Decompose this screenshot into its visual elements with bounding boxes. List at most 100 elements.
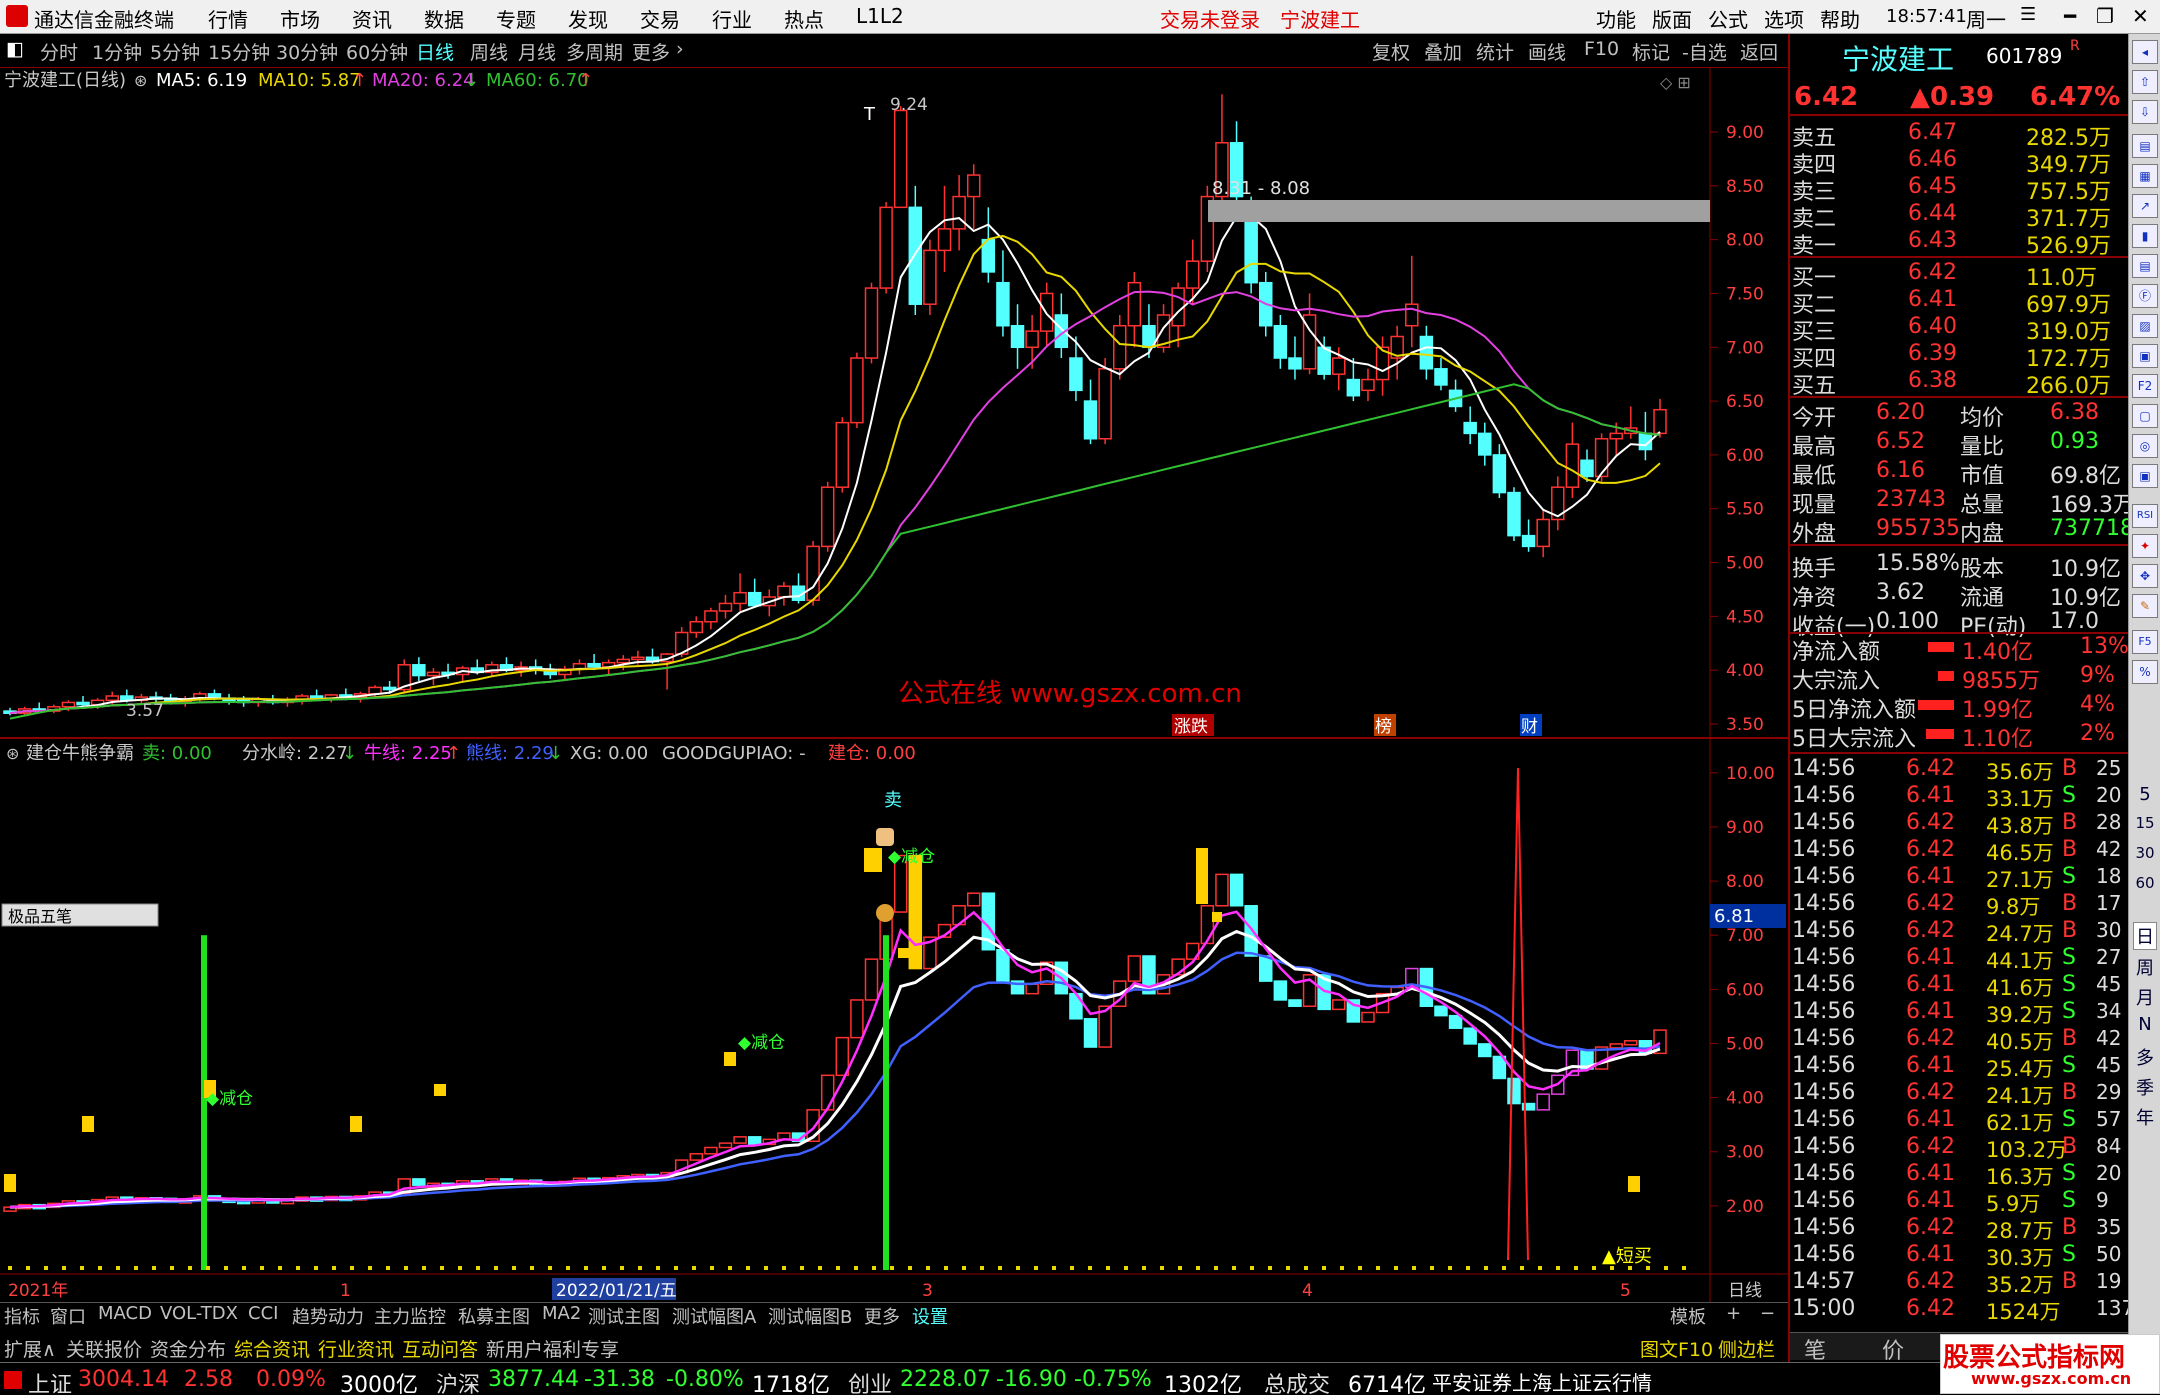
menu-layout[interactable]: 版面 (1652, 4, 1692, 33)
quote-tab-jia[interactable]: 价 (1882, 1333, 1904, 1365)
candle-body[interactable] (747, 591, 762, 607)
cycle-30[interactable]: 30 (2133, 844, 2157, 862)
order-sell-4[interactable]: 卖四 6.46 349.7万 (1790, 147, 2128, 178)
tool-return[interactable]: 返回 (1740, 38, 1778, 65)
menu-help[interactable]: 帮助 (1820, 4, 1860, 33)
plus-icon[interactable]: + (1726, 1303, 1741, 1324)
candle-body[interactable] (704, 610, 718, 623)
f2-icon[interactable]: F2 (2132, 374, 2158, 398)
ind-tab-1[interactable]: 窗口 (50, 1303, 86, 1329)
ind-tab-12[interactable]: 更多 (864, 1303, 900, 1329)
order-buy-5[interactable]: 买五 6.38 266.0万 (1790, 368, 2128, 399)
ind-tab-13[interactable]: 设置 (912, 1303, 948, 1329)
stat-row-6[interactable]: 净资 3.62 流通 10.9亿 (1790, 580, 2128, 611)
tick-row[interactable]: 14:56 6.42 40.5万 B 42 (1790, 1026, 2128, 1054)
tool-f10[interactable]: F10 (1584, 38, 1619, 60)
candle-body[interactable] (893, 109, 908, 209)
candle-body[interactable] (1565, 443, 1580, 488)
cycle-5[interactable]: 5 (2133, 784, 2157, 805)
candle-body[interactable] (1346, 378, 1361, 397)
period-15min[interactable]: 15分钟 (208, 38, 270, 65)
square-icon[interactable]: ▣ (2132, 464, 2158, 488)
cycle-week[interactable]: 周 (2133, 954, 2157, 980)
candle-body[interactable] (1609, 432, 1623, 440)
move-icon[interactable]: ✥ (2132, 564, 2158, 588)
cycle-day[interactable]: 日 (2133, 922, 2157, 950)
tick-row[interactable]: 14:56 6.41 44.1万 S 27 (1790, 945, 2128, 973)
f5-icon[interactable]: F5 (2132, 630, 2158, 654)
tb-back-icon[interactable]: ◧ (6, 38, 24, 60)
chart-area[interactable]: 9.00 8.50 8.00 7.50 7.00 6.50 6.00 5.50 5.00 4.50… (0, 68, 1788, 1302)
tick-row[interactable]: 14:56 6.41 39.2万 S 34 (1790, 999, 2128, 1027)
candle-body[interactable] (733, 591, 747, 605)
chart-icon[interactable]: ▨ (2132, 314, 2158, 338)
order-buy-4[interactable]: 买四 6.39 172.7万 (1790, 341, 2128, 372)
cycle-month[interactable]: 月 (2133, 984, 2157, 1010)
info-tab-sidebar[interactable]: 侧边栏 (1718, 1335, 1775, 1362)
candle-body[interactable] (1244, 217, 1258, 284)
period-more[interactable]: 更多 (632, 38, 670, 65)
percent-icon[interactable]: % (2132, 660, 2158, 684)
candle-body[interactable] (1580, 459, 1594, 478)
candle-body[interactable] (718, 602, 733, 612)
candle-body[interactable] (1419, 335, 1434, 370)
candle-body[interactable] (1521, 534, 1536, 548)
candle-body[interactable] (952, 195, 966, 230)
tick-row[interactable]: 14:56 6.41 41.6万 S 45 (1790, 972, 2128, 1000)
candle-body[interactable] (937, 228, 952, 252)
candle-body[interactable] (1653, 408, 1667, 435)
candle-body[interactable] (1010, 324, 1025, 349)
candle-body[interactable] (1288, 357, 1302, 370)
info-tab-0[interactable]: 扩展∧ (4, 1335, 56, 1362)
menu-hot[interactable]: 热点 (784, 4, 824, 33)
arrow-up-icon[interactable]: ⇧ (2132, 70, 2158, 94)
arrow-down-icon[interactable]: ⇩ (2132, 100, 2158, 124)
rsi-icon[interactable]: RSI (2132, 504, 2158, 528)
trade-status[interactable]: 交易未登录 (1160, 4, 1260, 33)
candle-body[interactable] (382, 686, 397, 691)
cycle-n[interactable]: N (2133, 1014, 2157, 1035)
candle-body[interactable] (908, 206, 923, 305)
candle-body[interactable] (1434, 368, 1448, 386)
candle-body[interactable] (1098, 368, 1112, 440)
candle-body[interactable] (806, 545, 820, 601)
period-monthly[interactable]: 月线 (518, 38, 556, 65)
candle-body[interactable] (1463, 421, 1477, 435)
candle-body[interactable] (426, 671, 441, 677)
order-buy-1[interactable]: 买一 6.42 11.0万 (1790, 260, 2128, 291)
candle-body[interactable] (864, 287, 879, 359)
candle-body[interactable] (1405, 303, 1419, 327)
menu-news[interactable]: 资讯 (352, 4, 392, 33)
menu-options[interactable]: 选项 (1764, 4, 1804, 33)
candle-body[interactable] (1536, 518, 1550, 548)
candle-body[interactable] (1069, 357, 1083, 392)
candle-body[interactable] (1025, 330, 1039, 349)
period-1min[interactable]: 1分钟 (92, 38, 142, 65)
ind-tab-template[interactable]: 模板 (1670, 1303, 1706, 1329)
stat-row-1[interactable]: 最高 6.52 量比 0.93 (1790, 429, 2128, 460)
order-buy-3[interactable]: 买三 6.40 319.0万 (1790, 314, 2128, 345)
legend-arrow-icon[interactable]: ⊛ (134, 71, 147, 90)
tool-draw[interactable]: 画线 (1528, 38, 1566, 65)
menu-data[interactable]: 数据 (424, 4, 464, 33)
cycle-15[interactable]: 15 (2133, 814, 2157, 832)
ind-tab-2[interactable]: MACD (98, 1303, 152, 1324)
menu-discover[interactable]: 发现 (568, 4, 608, 33)
info-tab-4[interactable]: 行业资讯 (318, 1335, 394, 1362)
ind-tab-3[interactable]: VOL-TDX (160, 1303, 238, 1324)
menu-function[interactable]: 功能 (1596, 4, 1636, 33)
candle-body[interactable] (996, 281, 1010, 327)
candle-body[interactable] (1507, 491, 1521, 537)
pen-icon[interactable]: ✎ (2132, 594, 2158, 618)
menu-l1l2[interactable]: L1L2 (856, 4, 904, 28)
tick-row[interactable]: 14:56 6.42 35.6万 B 25 (1790, 756, 2128, 784)
info-tab-6[interactable]: 新用户福利专享 (486, 1335, 619, 1362)
candle-body[interactable] (1127, 281, 1142, 327)
stat-row-5[interactable]: 换手 15.58% 股本 10.9亿 (1790, 551, 2128, 582)
minus-icon[interactable]: − (1760, 1303, 1775, 1324)
tick-row[interactable]: 14:56 6.42 24.1万 B 29 (1790, 1080, 2128, 1108)
flow-row-3[interactable]: 5日大宗流入 1.10亿 2% (1790, 721, 2128, 752)
tick-row[interactable]: 14:56 6.41 5.9万 S 9 (1790, 1188, 2128, 1216)
chart-settings-icon[interactable]: ◇ ⊞ (1660, 73, 1691, 92)
tick-row[interactable]: 14:56 6.42 28.7万 B 35 (1790, 1215, 2128, 1243)
